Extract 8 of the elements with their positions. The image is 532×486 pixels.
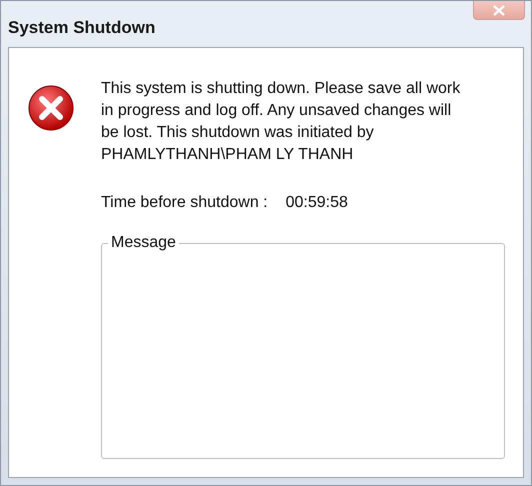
window-title: System Shutdown [8, 18, 156, 38]
error-icon [27, 84, 75, 132]
countdown-value: 00:59:58 [286, 194, 348, 212]
group-label: Message [110, 234, 177, 252]
countdown-label: Time before shutdown : [101, 194, 268, 212]
close-button[interactable] [473, 1, 525, 20]
close-icon [492, 4, 506, 16]
shutdown-message: This system is shutting down. Please save all work in progress and log off. Any unsaved changes will be lost. This shutdown was initiated by PHAMLYTHANH\PHAM LY THANH [101, 79, 462, 165]
